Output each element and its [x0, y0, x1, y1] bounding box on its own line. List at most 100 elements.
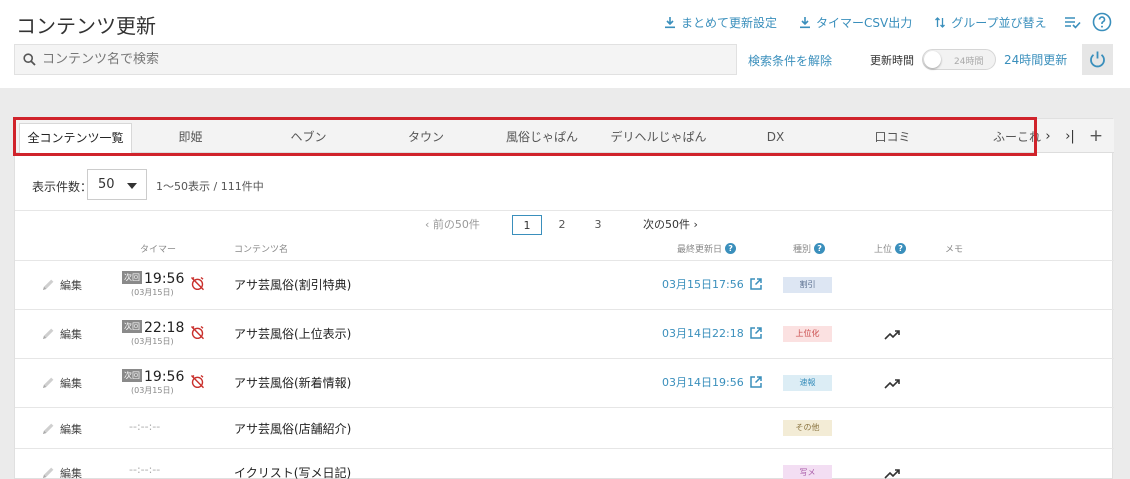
tab-bar: 全コンテンツ一覧 即姫 ヘブン タウン 風俗じゃぱん デリヘルじゃぱん DX 口… [13, 117, 1114, 156]
toggle-knob [924, 51, 941, 68]
help-circle-icon [1092, 12, 1112, 32]
edit-button[interactable]: 編集 [41, 465, 82, 479]
edit-label: 編集 [60, 467, 82, 479]
caret-down-icon [127, 183, 137, 189]
alarm-off-icon [190, 374, 205, 389]
list-check-button[interactable] [1064, 14, 1081, 34]
content-name[interactable]: イクリスト(写メ日記) [234, 464, 351, 479]
timer-csv-export-label: タイマーCSV出力 [816, 16, 913, 30]
pencil-icon [43, 328, 54, 339]
timer: 次回 22:18 (03月15日) [122, 317, 185, 346]
col-timer: タイマー [140, 242, 176, 255]
pencil-icon [43, 279, 54, 290]
tab-dx[interactable]: DX [717, 123, 834, 153]
group-sort-button[interactable]: グループ並び替え [934, 14, 1047, 31]
col-kind-label: 種別 [793, 245, 812, 255]
edit-label: 編集 [60, 423, 82, 436]
tab-all-contents[interactable]: 全コンテンツ一覧 [19, 123, 132, 153]
col-memo-label: メモ [945, 245, 964, 255]
table-row: 編集 次回 19:56 (03月15日) アサ芸風俗(新着情報) 03月14日19… [15, 358, 1114, 407]
rank-trend-button[interactable] [884, 465, 901, 479]
help-icon[interactable]: ? [814, 243, 826, 254]
next-badge: 次回 [122, 320, 142, 333]
content-name[interactable]: アサ芸風俗(上位表示) [234, 325, 351, 342]
tab-fuzoku-japan[interactable]: 風俗じゃぱん [484, 123, 600, 153]
pencil-icon [43, 377, 54, 388]
list-check-icon [1065, 17, 1081, 29]
external-link-icon [749, 278, 762, 290]
col-name-label: コンテンツ名 [234, 245, 289, 255]
tab-deliheal-japan[interactable]: デリヘルじゃぱん [600, 123, 717, 153]
add-tab-button[interactable]: + [1085, 125, 1107, 147]
table-row: 編集 次回 19:56 (03月15日) アサ芸風俗(割引特典) 03月15日17… [15, 260, 1114, 309]
content-panel: 全コンテンツ一覧 即姫 ヘブン タウン 風俗じゃぱん デリヘルじゃぱん DX 口… [13, 117, 1114, 479]
content-name[interactable]: アサ芸風俗(割引特典) [234, 276, 351, 293]
last-updated-link[interactable]: 03月14日19:56 [662, 374, 763, 390]
page-3[interactable]: 3 [583, 215, 613, 235]
next-page-button[interactable]: 次の50件 › [643, 215, 698, 235]
power-icon [1090, 51, 1105, 68]
edit-label: 編集 [60, 328, 82, 341]
bulk-update-settings-button[interactable]: まとめて更新設定 [664, 14, 777, 31]
edit-button[interactable]: 編集 [41, 326, 82, 342]
prev-page-button[interactable]: ‹ 前の50件 [425, 215, 480, 235]
tab-sokuhime[interactable]: 即姫 [132, 123, 249, 153]
download-icon [800, 17, 811, 29]
next-badge: 次回 [122, 271, 142, 284]
help-icon[interactable]: ? [895, 243, 907, 254]
tab-next-button[interactable]: › [1037, 125, 1059, 147]
24h-update-link[interactable]: 24時間更新 [1004, 51, 1067, 68]
24h-toggle[interactable]: 24時間 [922, 49, 996, 70]
alarm-off-button[interactable] [190, 325, 205, 344]
tab-fucolle[interactable]: ふーこれ [951, 123, 1045, 153]
help-icon[interactable]: ? [725, 243, 737, 254]
alarm-off-button[interactable] [190, 276, 205, 295]
help-button[interactable] [1092, 12, 1112, 36]
alarm-off-icon [190, 325, 205, 340]
table-row: 編集 --:--:-- イクリスト(写メ日記) 写メ [15, 448, 1114, 479]
tab-list: 全コンテンツ一覧 即姫 ヘブン タウン 風俗じゃぱん デリヘルじゃぱん DX 口… [19, 123, 1045, 153]
search-input[interactable] [42, 52, 722, 67]
rank-trend-button[interactable] [884, 326, 901, 345]
table-row: 編集 次回 22:18 (03月15日) アサ芸風俗(上位表示) 03月14日22… [15, 309, 1114, 358]
edit-button[interactable]: 編集 [41, 277, 82, 293]
timer-csv-export-button[interactable]: タイマーCSV出力 [799, 14, 912, 31]
timer-time: 19:56 [144, 369, 185, 385]
tab-last-button[interactable]: ›| [1059, 125, 1081, 147]
count-info: 1〜50表示 / 111件中 [156, 180, 264, 193]
table-row: 編集 --:--:-- アサ芸風俗(店舗紹介) その他 [15, 407, 1114, 448]
content-name[interactable]: アサ芸風俗(店舗紹介) [234, 420, 351, 437]
last-updated-link[interactable]: 03月15日17:56 [662, 276, 763, 292]
edit-button[interactable]: 編集 [41, 375, 82, 391]
count-select[interactable]: 50 [87, 169, 147, 200]
power-button[interactable] [1082, 44, 1113, 75]
tab-town[interactable]: タウン [368, 123, 484, 153]
timer-time: 22:18 [144, 320, 185, 336]
kind-badge: 上位化 [783, 326, 832, 342]
page-2[interactable]: 2 [547, 215, 577, 235]
timer-time: 19:56 [144, 271, 185, 287]
top-actions: まとめて更新設定 タイマーCSV出力 グループ並び替え [664, 14, 1069, 31]
edit-button[interactable]: 編集 [41, 421, 82, 437]
group-sort-label: グループ並び替え [951, 16, 1047, 30]
last-updated-link[interactable]: 03月14日22:18 [662, 325, 763, 341]
pagination: ‹ 前の50件 1 2 3 次の50件 › [15, 215, 1114, 237]
tab-kuchikomi[interactable]: 口コミ [834, 123, 951, 153]
toggle-text: 24時間 [954, 57, 984, 67]
col-rank-label: 上位 [874, 245, 893, 255]
rank-trend-button[interactable] [884, 375, 901, 394]
count-label: 表示件数： [32, 180, 93, 194]
col-rank: 上位? [874, 242, 907, 255]
content-name[interactable]: アサ芸風俗(新着情報) [234, 374, 351, 391]
pencil-icon [43, 423, 54, 434]
table-body: 編集 次回 19:56 (03月15日) アサ芸風俗(割引特典) 03月15日17… [15, 260, 1114, 479]
page-title: コンテンツ更新 [16, 14, 156, 38]
search-box [14, 44, 737, 75]
col-kind: 種別? [793, 242, 826, 255]
trending-up-icon [884, 330, 900, 340]
page-1[interactable]: 1 [512, 215, 542, 235]
tab-heaven[interactable]: ヘブン [249, 123, 368, 153]
clear-search-link[interactable]: 検索条件を解除 [748, 52, 832, 69]
trending-up-icon [884, 469, 900, 479]
alarm-off-button[interactable] [190, 374, 205, 393]
